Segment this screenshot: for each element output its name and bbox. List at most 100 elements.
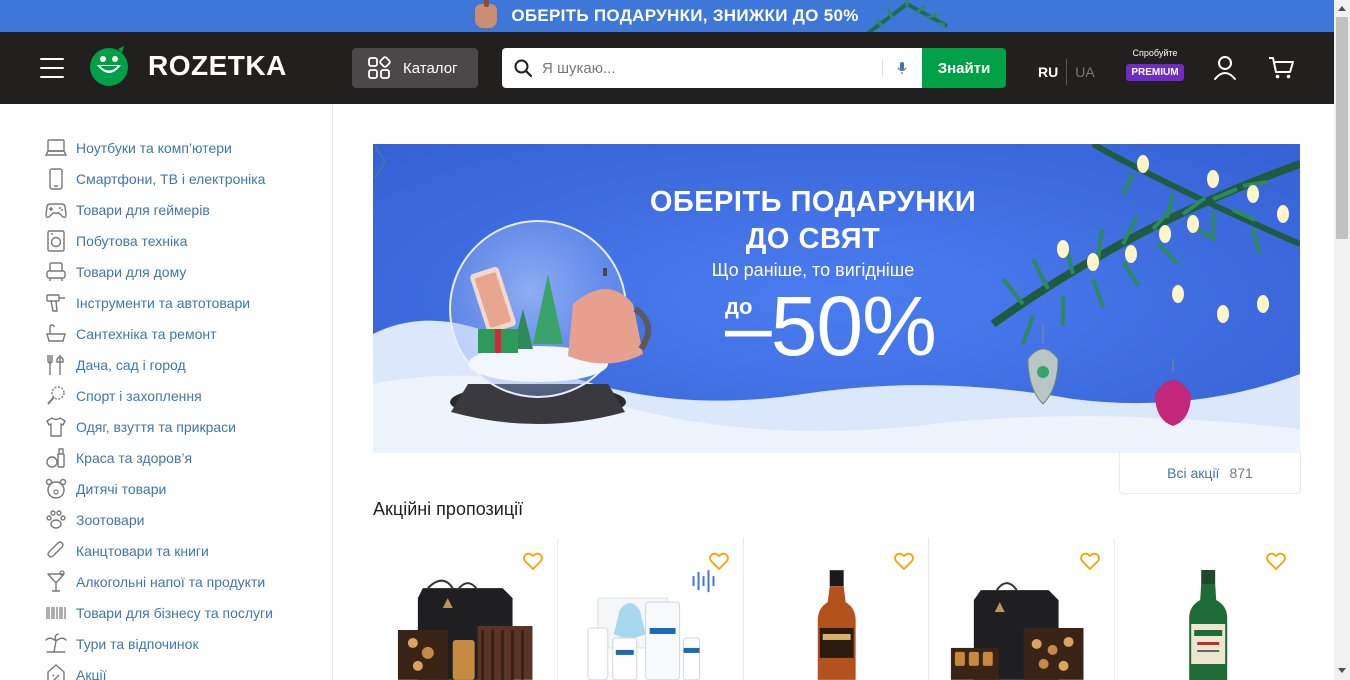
sidebar-item-label: Інструменти та автотовари — [76, 294, 251, 311]
tshirt-icon — [46, 416, 66, 437]
lang-divider — [1066, 59, 1068, 85]
product-card[interactable] — [929, 538, 1115, 680]
sidebar-item-alcohol[interactable]: Алкогольні напої та продукти — [0, 566, 332, 597]
sidebar-item-label: Алкогольні напої та продукти — [76, 573, 266, 590]
sidebar-item-business[interactable]: Товари для бізнесу та послуги — [0, 597, 332, 628]
product-image-gift-box-chocolates — [397, 579, 533, 680]
sidebar-item-gamers[interactable]: Товари для геймерів — [0, 194, 332, 225]
sidebar-item-label: Побутова техніка — [76, 232, 188, 249]
premium-promo[interactable]: Спробуйте PREMIUM — [1124, 48, 1186, 81]
catalog-grid-icon — [368, 56, 391, 79]
washing-machine-icon — [47, 229, 65, 252]
promo-strip-text: ОБЕРІТЬ ПОДАРУНКИ, ЗНИЖКИ ДО 50% — [511, 6, 859, 25]
racket-icon — [47, 385, 65, 405]
product-card[interactable] — [373, 538, 559, 680]
cocktail-icon — [47, 569, 65, 592]
logo-text: ROZETKA — [148, 50, 287, 81]
sidebar-item-travel[interactable]: Тури та відпочинок — [0, 628, 332, 659]
lang-ru[interactable]: RU — [1038, 64, 1058, 80]
sidebar-category-list: Ноутбуки та комп’ютери Смартфони, ТВ і е… — [0, 104, 332, 680]
sidebar-item-tools[interactable]: Інструменти та автотовари — [0, 287, 332, 318]
sidebar-item-garden[interactable]: Дача, сад і город — [0, 349, 332, 380]
voice-wave-icon — [692, 570, 715, 593]
scroll-down-arrow-icon[interactable] — [1338, 668, 1346, 673]
cart-icon[interactable] — [1268, 56, 1294, 80]
sidebar-item-label: Дача, сад і город — [76, 356, 186, 373]
product-image-oakheart-rum-bottle — [817, 570, 856, 680]
menu-button[interactable] — [40, 58, 64, 78]
product-image-gift-box-sweets — [951, 582, 1084, 680]
gamepad-icon — [45, 202, 67, 218]
catalog-button[interactable]: Каталог — [352, 48, 478, 88]
page: ОБЕРІТЬ ПОДАРУНКИ, ЗНИЖКИ ДО 50% ROZETKA — [0, 0, 1350, 680]
product-card[interactable] — [558, 538, 744, 680]
sidebar-item-label: Краса та здоров’я — [76, 449, 193, 466]
product-image-la-roche-posay-set — [587, 570, 715, 680]
scrollbar-thumb[interactable] — [1336, 17, 1348, 239]
search-input[interactable] — [542, 59, 862, 77]
sidebar-item-home[interactable]: Товари для дому — [0, 256, 332, 287]
teddy-bear-icon — [45, 478, 67, 499]
sidebar-item-appliances[interactable]: Побутова техніка — [0, 225, 332, 256]
banner-next-arrow-icon[interactable] — [373, 144, 387, 180]
banner-title: ОБЕРІТЬ ПОДАРУНКИ ДО СВЯТ — [603, 184, 1023, 258]
bathtub-icon — [46, 323, 66, 342]
sidebar-item-stationery[interactable]: Канцтовари та книги — [0, 535, 332, 566]
sidebar-item-label: Дитячі товари — [76, 480, 167, 497]
drill-icon — [46, 293, 65, 312]
sidebar-item-beauty[interactable]: Краса та здоров’я — [0, 442, 332, 473]
scroll-up-arrow-icon[interactable] — [1338, 6, 1346, 11]
microphone-icon[interactable] — [897, 61, 907, 75]
search-divider — [882, 59, 883, 77]
fir-branch-icon — [866, 0, 948, 32]
sidebar: Ноутбуки та комп’ютери Смартфони, ТВ і е… — [0, 104, 333, 680]
sidebar-item-label: Зоотовари — [76, 511, 145, 528]
sidebar-item-pets[interactable]: Зоотовари — [0, 504, 332, 535]
sidebar-item-laptops[interactable]: Ноутбуки та комп’ютери — [0, 132, 332, 163]
barcode-icon — [46, 606, 66, 619]
sidebar-item-label: Одяг, взуття та прикраси — [76, 418, 236, 435]
sidebar-item-label: Спорт і захоплення — [76, 387, 202, 404]
search-button[interactable]: Знайти — [922, 48, 1006, 88]
percent-tag-icon — [47, 663, 65, 680]
premium-try-label: Спробуйте — [1132, 48, 1178, 58]
sidebar-item-label: Сантехніка та ремонт — [76, 325, 217, 342]
product-card[interactable] — [1115, 538, 1300, 680]
sidebar-item-sport[interactable]: Спорт і захоплення — [0, 380, 332, 411]
language-switcher: RU UA — [1038, 59, 1095, 85]
hero-banner[interactable]: ОБЕРІТЬ ПОДАРУНКИ ДО СВЯТ Що раніше, то … — [373, 144, 1300, 453]
sidebar-item-label: Тури та відпочинок — [76, 635, 199, 652]
product-list — [373, 538, 1300, 680]
promo-strip[interactable]: ОБЕРІТЬ ПОДАРУНКИ, ЗНИЖКИ ДО 50% — [0, 0, 1334, 32]
banner-discount-prefix: до — [725, 294, 753, 319]
sidebar-item-clothes[interactable]: Одяг, взуття та прикраси — [0, 411, 332, 442]
sidebar-item-label: Канцтовари та книги — [76, 542, 209, 559]
logo[interactable]: ROZETKA — [88, 45, 287, 87]
all-promotions-link[interactable]: Всі акції 871 — [1119, 452, 1301, 494]
sidebar-item-label: Товари для геймерів — [76, 201, 210, 218]
sidebar-item-label: Товари для бізнесу та послуги — [76, 604, 273, 621]
section-title: Акційні пропозиції — [373, 499, 524, 519]
catalog-button-label: Каталог — [403, 59, 458, 77]
all-promotions-count: 871 — [1229, 464, 1253, 481]
sidebar-item-label: Смартфони, ТВ і електроніка — [76, 170, 266, 187]
user-icon[interactable] — [1213, 55, 1237, 81]
garden-tools-icon — [47, 354, 64, 375]
product-image-jameson-whiskey-bottle — [1188, 570, 1227, 680]
search-box — [502, 48, 922, 88]
lang-ua[interactable]: UA — [1075, 64, 1094, 80]
page-scrollbar[interactable] — [1334, 0, 1350, 680]
cosmetics-icon — [46, 447, 65, 468]
banner-title-line1: ОБЕРІТЬ ПОДАРУНКИ — [649, 186, 977, 218]
palm-tree-icon — [45, 632, 67, 653]
sidebar-item-plumbing[interactable]: Сантехніка та ремонт — [0, 318, 332, 349]
banner-title-line2: ДО СВЯТ — [745, 223, 881, 255]
sidebar-item-label: Акції — [76, 666, 107, 680]
product-card[interactable] — [744, 538, 930, 680]
sidebar-item-promotions[interactable]: Акції — [0, 659, 332, 680]
sidebar-item-smartphones[interactable]: Смартфони, ТВ і електроніка — [0, 163, 332, 194]
smartphone-icon — [49, 167, 63, 190]
sidebar-item-kids[interactable]: Дитячі товари — [0, 473, 332, 504]
armchair-icon — [46, 261, 66, 281]
paperclip-icon — [47, 540, 64, 558]
